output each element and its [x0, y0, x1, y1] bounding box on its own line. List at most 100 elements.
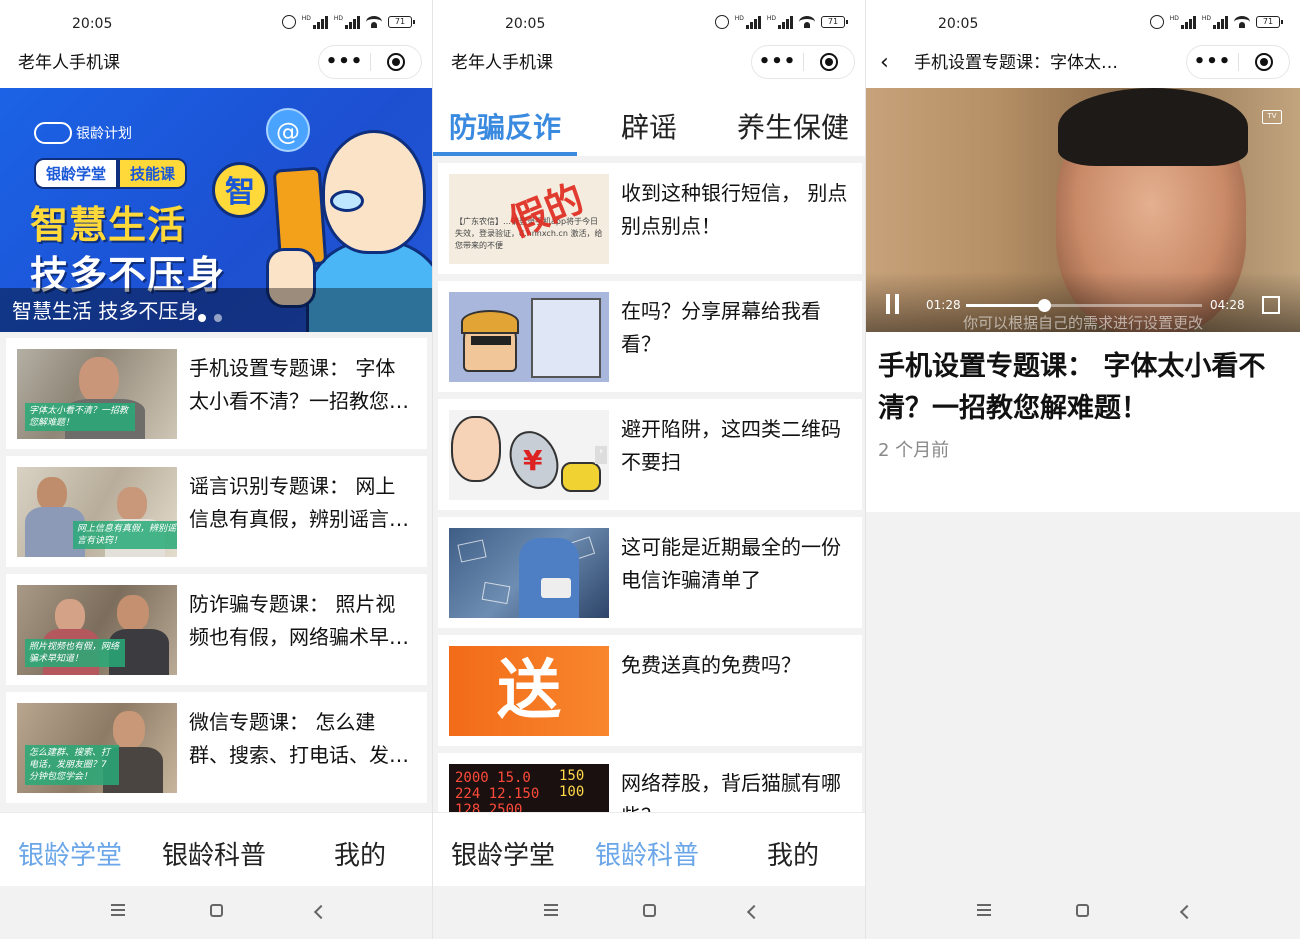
tv-cast-icon[interactable]: TV — [1262, 110, 1282, 124]
alarm-icon — [714, 15, 729, 29]
banner-badge: 智 — [212, 162, 268, 218]
alarm-icon — [281, 15, 296, 29]
course-thumbnail: 怎么建群、搜索、打电话，发朋友圈？7分钟包您学会！ — [17, 703, 177, 793]
pause-icon[interactable] — [886, 294, 899, 314]
signal-icon: HD — [302, 15, 328, 29]
tab-rumor-debunk[interactable]: 辟谣 — [621, 106, 677, 146]
home-icon[interactable] — [210, 904, 223, 917]
article-card[interactable]: 送 免费送真的免费吗？ — [438, 635, 862, 746]
video-title: 手机设置专题课： 字体太小看不清？一招教您解难题！ — [878, 351, 1266, 424]
article-title: 这可能是近期最全的一份电信诈骗清单了 — [621, 535, 841, 592]
panel-silver-science: 20:05 HD HD 71 老年人手机课 ••• 防骗反诈 辟谣 养生保健 【… — [433, 0, 866, 939]
system-nav-bar — [866, 886, 1300, 939]
course-title: 谣言识别专题课： 网上信息有真假，辨别谣言有诀窍！ — [189, 474, 409, 531]
banner-logo: 银龄计划 — [34, 122, 132, 144]
article-thumbnail — [449, 528, 609, 618]
battery-icon: 71 — [388, 16, 415, 28]
tab-health[interactable]: 养生保健 — [737, 106, 849, 146]
active-tab-indicator — [433, 152, 577, 156]
menu-icon[interactable] — [544, 904, 558, 916]
system-nav-bar — [433, 886, 865, 939]
panel-video-player: 20:05 HD HD 71 ‹ 手机设置专题课：字体太… ••• TV 01:… — [866, 0, 1300, 939]
course-title: 微信专题课： 怎么建群、搜索、打电话、发朋友圈？ — [189, 710, 409, 767]
progress-fill — [966, 304, 1044, 307]
title-bar: ‹ 手机设置专题课：字体太… ••• — [866, 44, 1300, 88]
article-card[interactable]: ¥ › 避开陷阱，这四类二维码不要扫 — [438, 399, 862, 510]
tab-silver-science[interactable]: 银龄科普 — [595, 835, 699, 872]
article-thumbnail: 2000 15.0 224 12.150 128 2500 150 100 — [449, 764, 609, 812]
course-card[interactable]: 怎么建群、搜索、打电话，发朋友圈？7分钟包您学会！ 微信专题课： 怎么建群、搜索… — [6, 692, 427, 803]
carousel-dot[interactable] — [214, 314, 222, 322]
alarm-icon — [1149, 15, 1164, 29]
course-card[interactable]: 字体太小看不清？一招教您解难题！ 手机设置专题课： 字体太小看不清？一招教您解难… — [6, 338, 427, 449]
current-time: 01:28 — [926, 298, 961, 312]
back-icon[interactable] — [1179, 904, 1195, 920]
menu-icon[interactable] — [111, 904, 125, 916]
progress-knob[interactable] — [1037, 299, 1051, 312]
close-miniprogram-button[interactable] — [371, 53, 421, 71]
tab-silver-science[interactable]: 银龄科普 — [162, 835, 266, 872]
tab-mine[interactable]: 我的 — [767, 835, 819, 872]
course-title: 防诈骗专题课： 照片视频也有假，网络骗术早知道！ — [189, 592, 409, 649]
video-frame-hair — [1058, 88, 1248, 166]
video-info: 手机设置专题课： 字体太小看不清？一招教您解难题！ 2 个月前 — [866, 332, 1300, 512]
course-title: 手机设置专题课： 字体太小看不清？一招教您解难题！ — [189, 356, 409, 413]
article-thumbnail: 送 — [449, 646, 609, 736]
more-dots-icon[interactable]: ••• — [752, 53, 803, 71]
course-card[interactable]: 网上信息有真假，辨别谣言有诀窍！ 谣言识别专题课： 网上信息有真假，辨别谣言有诀… — [6, 456, 427, 567]
target-close-icon — [819, 53, 838, 71]
thumbnail-caption: 怎么建群、搜索、打电话，发朋友圈？7分钟包您学会！ — [25, 745, 119, 785]
article-card[interactable]: 在吗？分享屏幕给我看看？ — [438, 281, 862, 392]
bottom-tab-bar: 银龄学堂 银龄科普 我的 — [433, 812, 865, 886]
title-bar: 老年人手机课 ••• — [0, 44, 432, 88]
system-nav-bar — [0, 886, 432, 939]
home-icon[interactable] — [1076, 904, 1089, 917]
close-miniprogram-button[interactable] — [1239, 53, 1289, 71]
back-icon[interactable] — [746, 904, 762, 920]
more-dots-icon[interactable]: ••• — [319, 53, 370, 71]
progress-bar[interactable] — [966, 299, 1202, 312]
article-title: 网络荐股，背后猫腻有哪些？ — [621, 771, 841, 812]
article-title: 避开陷阱，这四类二维码不要扫 — [621, 417, 841, 474]
tab-mine[interactable]: 我的 — [334, 835, 386, 872]
wifi-icon — [366, 16, 382, 28]
article-thumbnail: ¥ › — [449, 410, 609, 500]
close-miniprogram-button[interactable] — [804, 53, 854, 71]
course-card[interactable]: 照片视频也有假，网络骗术早知道！ 防诈骗专题课： 照片视频也有假，网络骗术早知道… — [6, 574, 427, 685]
chevron-left-icon[interactable]: ‹ — [880, 52, 889, 74]
banner-headline-1: 智慧生活 — [30, 203, 187, 247]
home-icon[interactable] — [643, 904, 656, 917]
capsule-menu: ••• — [751, 45, 855, 79]
chevron-right-icon: › — [595, 446, 607, 464]
article-card[interactable]: 【广东农信】…请登录手机app将于今日失效，登录验证，d.hnnxch.cn 激… — [438, 163, 862, 274]
tab-anti-fraud[interactable]: 防骗反诈 — [449, 106, 561, 146]
status-time: 20:05 — [938, 16, 979, 32]
article-title: 在吗？分享屏幕给我看看？ — [621, 299, 821, 356]
tab-silver-school[interactable]: 银龄学堂 — [451, 835, 555, 872]
target-close-icon — [386, 53, 405, 71]
banner-caption: 智慧生活 技多不压身 — [12, 299, 199, 323]
video-player[interactable]: TV 01:28 04:28 你可以根据自己的需求进行设置更改 — [866, 88, 1300, 332]
menu-icon[interactable] — [977, 904, 991, 916]
capsule-menu: ••• — [318, 45, 422, 79]
course-thumbnail: 网上信息有真假，辨别谣言有诀窍！ — [17, 467, 177, 557]
promo-banner[interactable]: 银龄计划 @ 银龄学堂 技能课 智慧生活 技多不压身 智 智慧生活 技多不压身 — [0, 88, 432, 332]
page-title: 老年人手机课 — [18, 53, 120, 73]
page-title: 手机设置专题课：字体太… — [914, 53, 1118, 73]
tab-silver-school[interactable]: 银龄学堂 — [18, 835, 122, 872]
signal-icon: HD — [1170, 15, 1196, 29]
article-card[interactable]: 这可能是近期最全的一份电信诈骗清单了 — [438, 517, 862, 628]
banner-tags: 银龄学堂 技能课 — [34, 158, 188, 189]
more-dots-icon[interactable]: ••• — [1187, 53, 1238, 71]
at-icon: @ — [266, 108, 310, 152]
article-card[interactable]: 2000 15.0 224 12.150 128 2500 150 100 网络荐股，… — [438, 753, 862, 812]
thumbnail-caption: 网上信息有真假，辨别谣言有诀窍！ — [73, 521, 177, 549]
back-icon[interactable] — [313, 904, 329, 920]
banner-tag-1: 银龄学堂 — [34, 158, 119, 189]
course-thumbnail: 照片视频也有假，网络骗术早知道！ — [17, 585, 177, 675]
gift-character: 送 — [497, 654, 561, 728]
glasses-illustration — [330, 190, 364, 212]
signal-icon-2: HD — [334, 15, 360, 29]
status-bar: 20:05 HD HD 71 — [0, 0, 432, 44]
carousel-dot-active[interactable] — [198, 314, 206, 322]
